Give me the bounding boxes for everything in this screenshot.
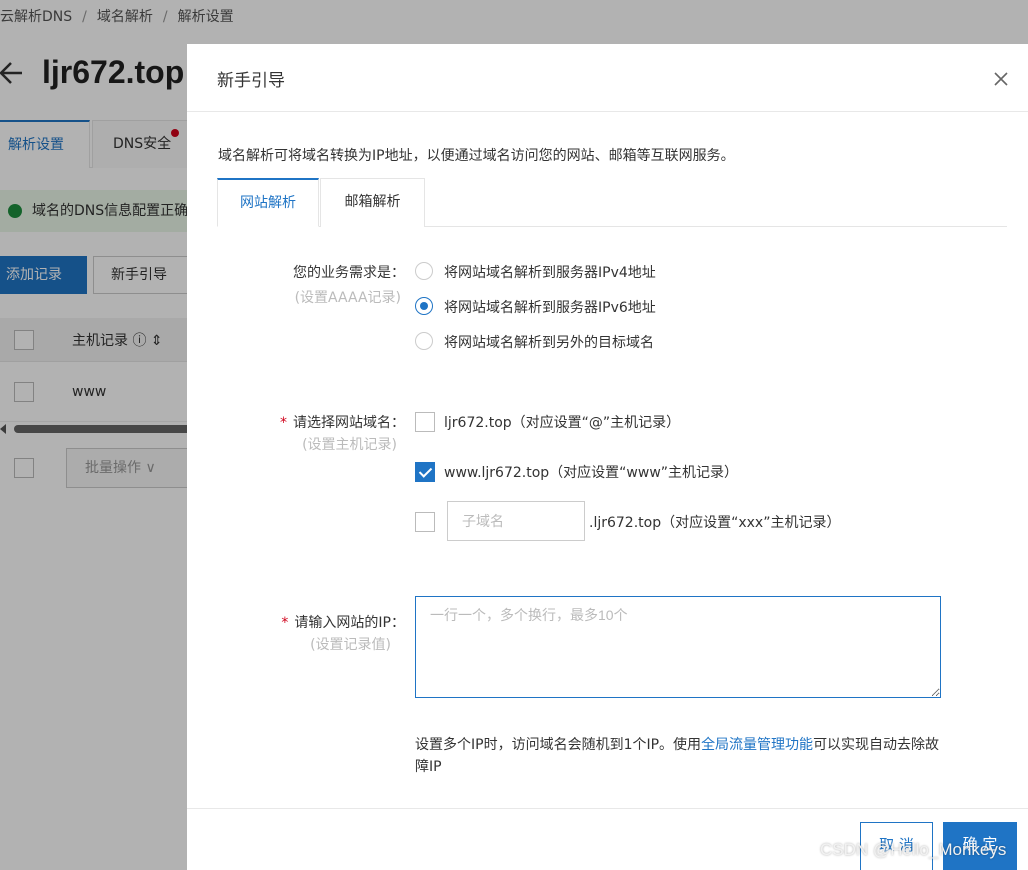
close-icon[interactable]: [991, 69, 1011, 89]
dialog-footer: 取 消 确 定: [187, 808, 1028, 870]
checkbox-subdomain[interactable]: [415, 512, 435, 532]
dialog-title: 新手引导: [217, 71, 285, 91]
business-need-label: 您的业务需求是：: [293, 265, 405, 281]
ip-input-sublabel: (设置记录值): [310, 637, 391, 653]
checkbox-root-domain[interactable]: [415, 412, 435, 432]
domain-select-sublabel: (设置主机记录): [302, 437, 397, 453]
option-www-domain-label[interactable]: www.ljr672.top（对应设置“www”主机记录）: [444, 462, 738, 482]
dialog-intro: 域名解析可将域名转换为IP地址，以便通过域名访问您的网站、邮箱等互联网服务。: [218, 148, 735, 164]
option-target-domain-label[interactable]: 将网站域名解析到另外的目标域名: [444, 332, 654, 352]
tab-email-resolution[interactable]: 邮箱解析: [320, 178, 425, 227]
tab-website-resolution[interactable]: 网站解析: [217, 178, 319, 227]
ip-input-label: * 请输入网站的IP：: [281, 615, 405, 631]
radio-ipv4[interactable]: [415, 262, 433, 280]
radio-target-domain[interactable]: [415, 332, 433, 350]
global-traffic-link[interactable]: 全局流量管理功能: [701, 737, 813, 753]
option-ipv4-label[interactable]: 将网站域名解析到服务器IPv4地址: [444, 262, 656, 282]
option-root-domain-label[interactable]: ljr672.top（对应设置“@”主机记录）: [444, 412, 680, 432]
guide-dialog: 新手引导 域名解析可将域名转换为IP地址，以便通过域名访问您的网站、邮箱等互联网…: [187, 44, 1028, 870]
watermark: CSDN @Hello_Monkeys: [820, 840, 1007, 859]
multi-ip-hint: 设置多个IP时，访问域名会随机到1个IP。使用全局流量管理功能可以实现自动去除故…: [415, 737, 940, 775]
business-need-sublabel: (设置AAAA记录): [294, 290, 401, 306]
radio-ipv6[interactable]: [415, 297, 433, 315]
subdomain-input[interactable]: [447, 501, 585, 541]
ip-textarea[interactable]: [415, 596, 941, 698]
dialog-header: 新手引导: [187, 44, 1028, 112]
dialog-tabs: 网站解析 邮箱解析: [217, 178, 1007, 227]
domain-select-label: * 请选择网站域名：: [280, 415, 405, 431]
option-ipv6-label[interactable]: 将网站域名解析到服务器IPv6地址: [444, 297, 656, 317]
subdomain-suffix-label: .ljr672.top（对应设置“xxx”主机记录）: [589, 515, 841, 531]
checkbox-www-domain[interactable]: [415, 462, 435, 482]
